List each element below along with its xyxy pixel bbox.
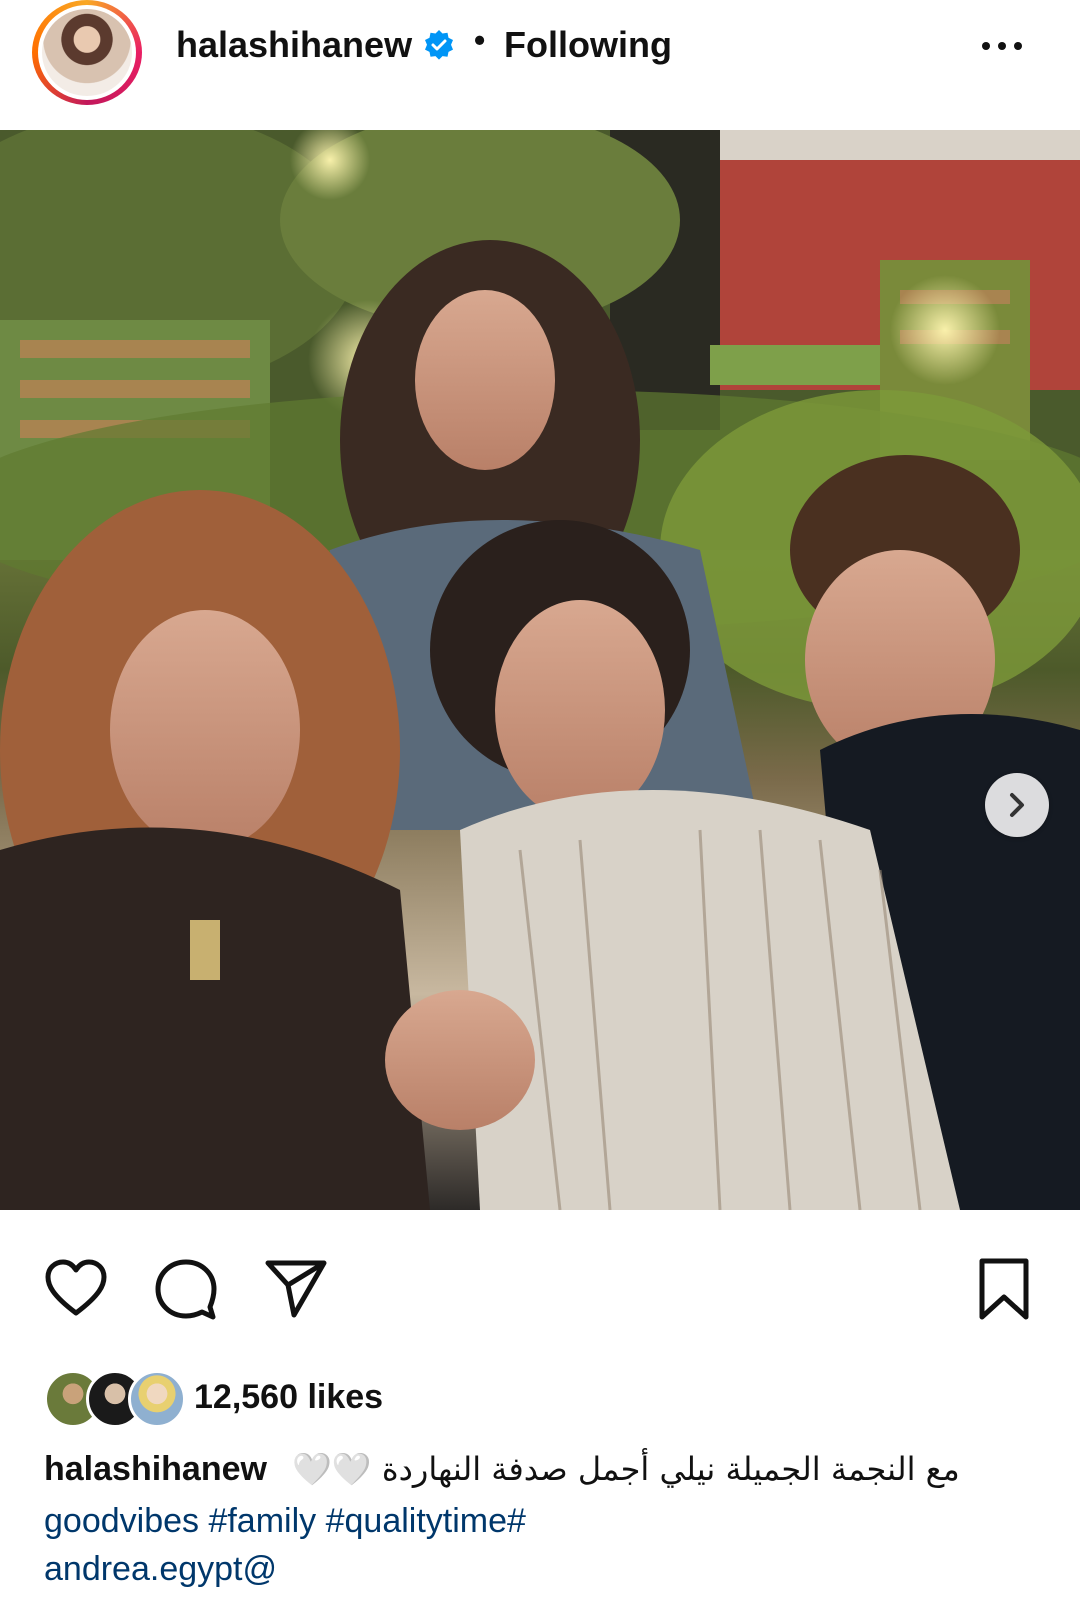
post-photo[interactable] — [0, 130, 1080, 1210]
comment-icon[interactable] — [152, 1255, 220, 1323]
heart-icon[interactable] — [42, 1255, 110, 1323]
caption-text: مع النجمة الجميلة نيلي أجمل صدفة النهارد… — [292, 1450, 960, 1488]
more-options-icon[interactable] — [978, 34, 1026, 58]
likes-row[interactable]: 12,560 likes — [44, 1370, 944, 1430]
share-icon[interactable] — [262, 1255, 330, 1323]
following-button[interactable]: Following — [504, 24, 672, 66]
likes-count[interactable]: 12,560 likes — [194, 1378, 383, 1417]
separator-dot: • — [474, 22, 486, 58]
photo-scene — [0, 130, 1080, 1210]
carousel-next-button[interactable] — [985, 773, 1049, 837]
liker-avatar — [128, 1370, 186, 1428]
bookmark-icon[interactable] — [970, 1255, 1038, 1323]
carousel-next-icon — [1010, 793, 1024, 817]
post-header: halashihanew • Following — [0, 0, 1080, 130]
caption-username[interactable]: halashihanew — [44, 1450, 267, 1488]
story-ring-avatar[interactable] — [32, 0, 142, 105]
avatar — [42, 9, 132, 96]
verified-badge-icon — [425, 30, 453, 60]
caption: halashihanew مع النجمة الجميلة نيلي أجمل… — [44, 1450, 1044, 1500]
caption-hashtags[interactable]: goodvibes #family #qualitytime# — [44, 1502, 526, 1541]
post-actions — [0, 1255, 1080, 1335]
caption-mention[interactable]: andrea.egypt@ — [44, 1550, 277, 1589]
username-link[interactable]: halashihanew — [176, 24, 412, 66]
